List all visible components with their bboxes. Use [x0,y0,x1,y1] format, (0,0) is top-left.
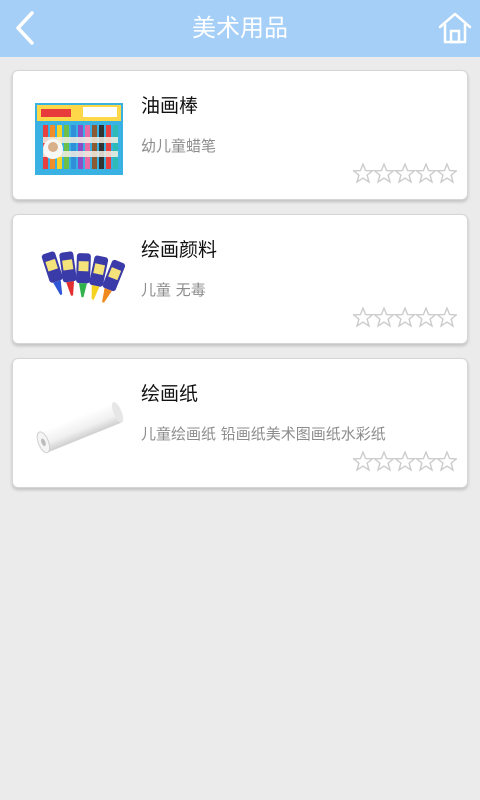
product-image-paint-bottles [23,229,135,331]
product-name: 绘画纸 [141,383,199,405]
product-image-paper-roll [23,373,135,475]
page-title: 美术用品 [192,14,288,42]
product-name: 油画棒 [141,95,199,117]
rating-stars [353,163,457,184]
home-icon [438,12,472,44]
rating-stars [353,307,457,328]
product-desc: 幼儿童蜡笔 [141,137,217,155]
product-desc: 儿童绘画纸 铅画纸美术图画纸水彩纸 [141,425,386,443]
product-card[interactable]: 绘画纸 儿童绘画纸 铅画纸美术图画纸水彩纸 [12,358,468,488]
product-card[interactable]: 油画棒 幼儿童蜡笔 [12,70,468,200]
product-desc: 儿童 无毒 [141,281,206,299]
app-header: 美术用品 [0,0,480,57]
product-card[interactable]: 绘画颜料 儿童 无毒 [12,214,468,344]
product-name: 绘画颜料 [141,239,218,261]
rating-stars [353,451,457,472]
home-button[interactable] [438,10,472,46]
product-image-crayon-box [23,85,135,187]
